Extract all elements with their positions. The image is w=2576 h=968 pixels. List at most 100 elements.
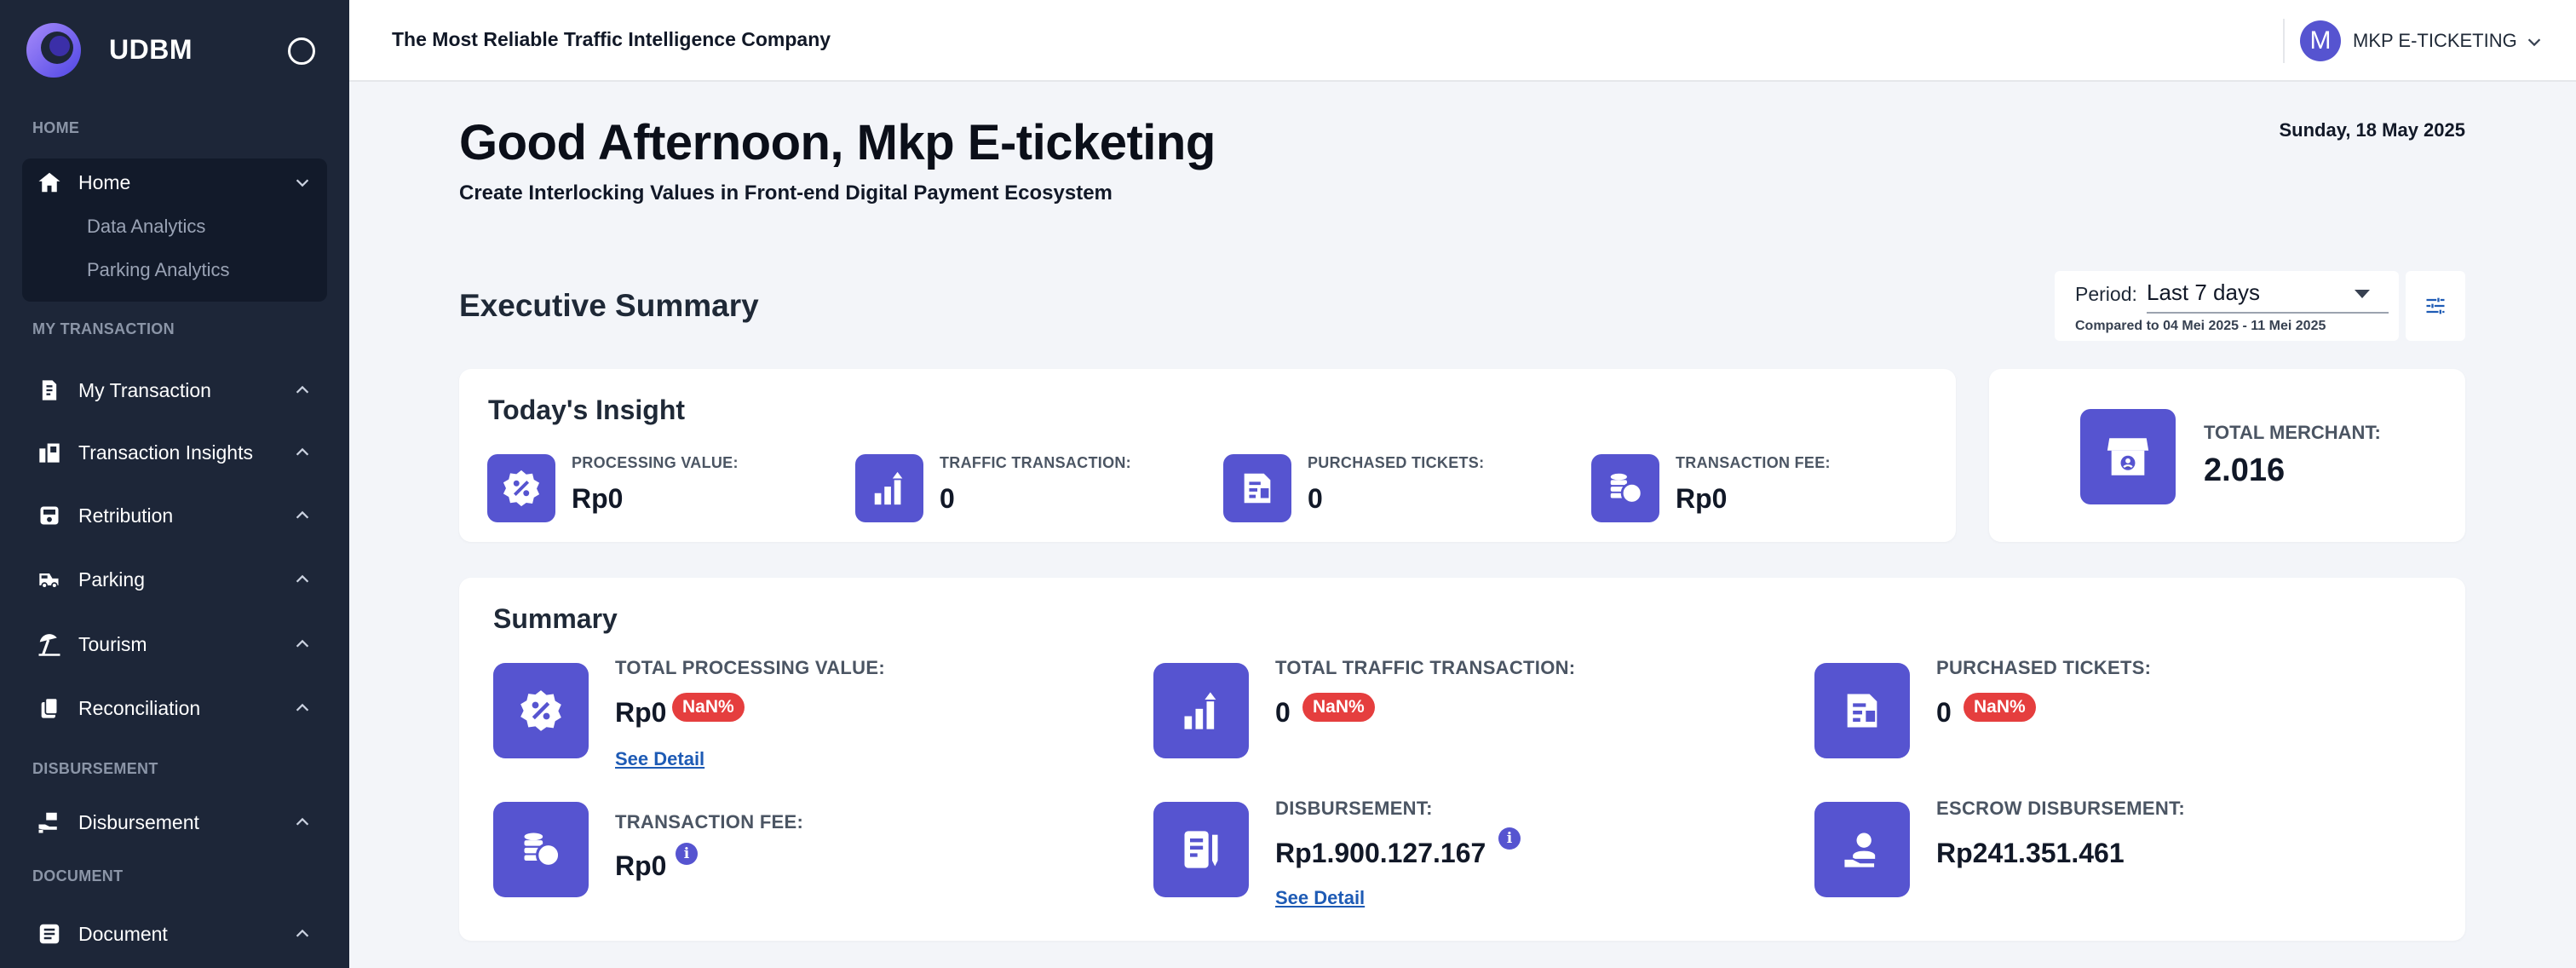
sidebar-subitem-parking-analytics[interactable]: Parking Analytics — [87, 259, 230, 281]
receipt-icon — [36, 377, 63, 404]
insight-value: Rp0 — [572, 483, 624, 514]
summary-label: ESCROW DISBURSEMENT: — [1936, 798, 2186, 819]
insight-label: PROCESSING VALUE: — [572, 454, 739, 471]
sidebar-item-label: Document — [78, 922, 168, 945]
percent-badge-icon — [487, 454, 555, 522]
chevron-up-icon — [296, 385, 309, 394]
summary-value: Rp0 — [615, 850, 667, 881]
insight-label: TRAFFIC TRANSACTION: — [940, 454, 1131, 471]
sidebar-toggle-icon[interactable] — [288, 37, 315, 65]
chevron-up-icon — [296, 929, 309, 937]
summary-value: 0 — [1936, 697, 1952, 728]
summary-label: TOTAL PROCESSING VALUE: — [615, 657, 885, 678]
summary-value: Rp1.900.127.167 — [1275, 838, 1486, 868]
insight-value: 0 — [1308, 483, 1323, 514]
growth-chart-icon — [855, 454, 923, 522]
car-icon — [36, 566, 63, 593]
chevron-up-icon — [296, 574, 309, 583]
percent-badge-icon — [493, 663, 589, 758]
section-label-disbursement: DISBURSEMENT — [32, 760, 158, 777]
card-title: Summary — [493, 603, 618, 634]
page-title: Good Afternoon, Mkp E-ticketing — [459, 115, 1216, 170]
current-date: Sunday, 18 May 2025 — [2279, 119, 2466, 141]
see-detail-link[interactable]: See Detail — [1275, 887, 1365, 909]
ticket-icon — [1814, 663, 1910, 758]
merchant-value: 2.016 — [2204, 452, 2286, 488]
info-icon[interactable]: i — [676, 843, 698, 865]
store-icon — [2080, 409, 2176, 504]
summary-value: 0 — [1275, 697, 1291, 728]
sidebar-item-label: Reconciliation — [78, 696, 201, 719]
brand[interactable]: UDBM — [26, 22, 332, 80]
section-label-my-transaction: MY TRANSACTION — [32, 320, 175, 337]
sliders-icon — [2426, 297, 2445, 314]
merchant-label: TOTAL MERCHANT: — [2204, 422, 2381, 443]
insight-label: TRANSACTION FEE: — [1676, 454, 1831, 471]
sidebar-item-label: Transaction Insights — [78, 441, 253, 464]
card-title: Today's Insight — [488, 395, 686, 425]
hand-coin-icon — [36, 809, 63, 836]
executive-summary-title: Executive Summary — [459, 288, 759, 323]
beach-icon — [36, 631, 63, 658]
chevron-up-icon — [296, 447, 309, 456]
section-label-document: DOCUMENT — [32, 867, 124, 884]
avatar: M — [2300, 20, 2341, 61]
summary-value: Rp241.351.461 — [1936, 838, 2125, 868]
brand-name: UDBM — [109, 34, 193, 65]
chevron-up-icon — [296, 639, 309, 648]
document-icon — [36, 920, 63, 948]
brand-logo-icon — [26, 23, 81, 78]
reconciliation-icon — [36, 694, 63, 722]
sidebar-item-transaction-insights[interactable]: Transaction Insights — [22, 429, 327, 476]
sidebar-item-my-transaction[interactable]: My Transaction — [22, 366, 327, 414]
growth-chart-icon — [1153, 663, 1249, 758]
user-name: MKP E-TICKETING — [2353, 30, 2517, 51]
coins-icon — [493, 802, 589, 897]
coins-icon — [1591, 454, 1659, 522]
invoice-pen-icon — [1153, 802, 1249, 897]
sidebar-item-parking[interactable]: Parking — [22, 556, 327, 603]
chevron-up-icon — [296, 703, 309, 712]
sidebar-item-home[interactable]: Home — [22, 158, 327, 206]
ticket-icon — [1223, 454, 1291, 522]
sidebar-item-disbursement[interactable]: Disbursement — [22, 798, 327, 846]
topbar: The Most Reliable Traffic Intelligence C… — [349, 0, 2576, 82]
section-label-home: HOME — [32, 119, 80, 136]
period-underline — [2147, 312, 2389, 314]
hand-user-icon — [1814, 802, 1910, 897]
sidebar-item-reconciliation[interactable]: Reconciliation — [22, 684, 327, 732]
see-detail-link[interactable]: See Detail — [615, 748, 704, 770]
summary-label: TRANSACTION FEE: — [615, 811, 804, 833]
period-label: Period: — [2075, 283, 2137, 305]
sidebar-item-label: Retribution — [78, 504, 174, 527]
sidebar-item-retribution[interactable]: Retribution — [22, 492, 327, 539]
summary-card: Summary TOTAL PROCESSING VALUE: Rp0 NaN%… — [459, 578, 2465, 941]
info-icon[interactable]: i — [1498, 827, 1521, 850]
summary-value: Rp0 — [615, 697, 667, 728]
insight-label: PURCHASED TICKETS: — [1308, 454, 1485, 471]
chevron-down-icon — [2527, 38, 2541, 47]
filter-button[interactable] — [2406, 271, 2465, 341]
insights-icon — [36, 439, 63, 466]
sidebar-item-label: Disbursement — [78, 810, 199, 833]
sidebar-item-label: Tourism — [78, 632, 147, 655]
change-badge: NaN% — [672, 693, 745, 722]
company-tagline: The Most Reliable Traffic Intelligence C… — [392, 28, 831, 50]
user-menu[interactable]: M MKP E-TICKETING — [2300, 19, 2564, 63]
insight-value: Rp0 — [1676, 483, 1728, 514]
sidebar-subitem-data-analytics[interactable]: Data Analytics — [87, 216, 205, 238]
sidebar-item-label: Home — [78, 170, 131, 193]
page-subtitle: Create Interlocking Values in Front-end … — [459, 182, 1113, 205]
sidebar-item-tourism[interactable]: Tourism — [22, 620, 327, 668]
chevron-up-icon — [296, 817, 309, 826]
total-merchant-card: TOTAL MERCHANT: 2.016 — [1989, 369, 2465, 542]
period-select[interactable]: Period: Last 7 days Compared to 04 Mei 2… — [2055, 271, 2399, 341]
retribution-icon — [36, 502, 63, 529]
summary-label: TOTAL TRAFFIC TRANSACTION: — [1275, 657, 1576, 678]
insight-value: 0 — [940, 483, 955, 514]
summary-label: DISBURSEMENT: — [1275, 798, 1433, 819]
period-value: Last 7 days — [2147, 279, 2260, 305]
dropdown-caret-icon — [2355, 290, 2370, 298]
chevron-down-icon — [296, 179, 309, 187]
sidebar-item-document[interactable]: Document — [22, 910, 327, 958]
